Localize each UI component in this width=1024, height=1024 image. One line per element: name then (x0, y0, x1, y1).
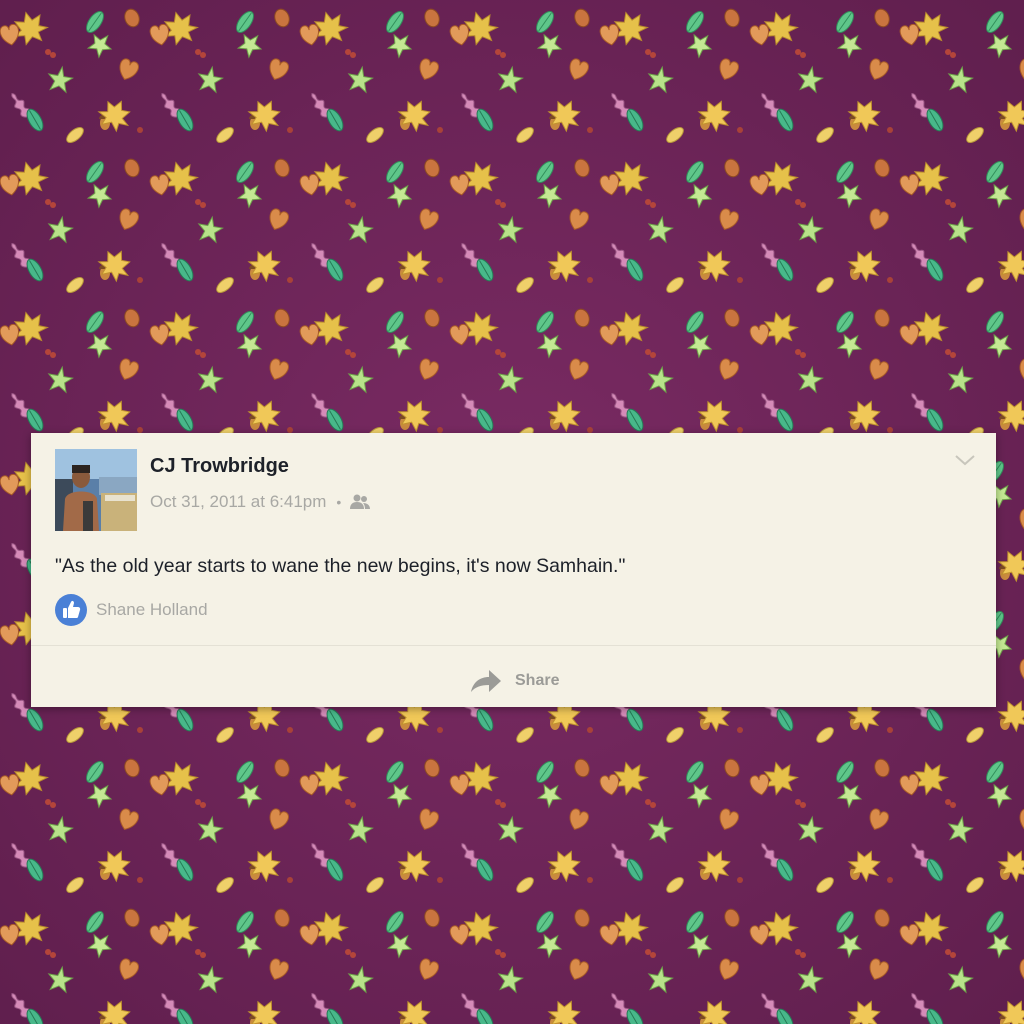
share-button[interactable]: Share (469, 665, 559, 697)
meta-separator: • (336, 494, 342, 510)
liker-name[interactable]: Shane Holland (96, 600, 208, 620)
share-arrow-icon (471, 670, 501, 692)
profile-photo (55, 449, 137, 531)
post-timestamp[interactable]: Oct 31, 2011 at 6:41pm (150, 492, 326, 512)
author-name[interactable]: CJ Trowbridge (150, 455, 289, 478)
thumbs-up-icon (55, 594, 87, 626)
avatar[interactable] (55, 449, 137, 531)
chevron-down-icon[interactable] (954, 453, 976, 467)
divider (31, 645, 996, 646)
likes-row: Shane Holland (55, 594, 208, 626)
facebook-post-card: CJ Trowbridge Oct 31, 2011 at 6:41pm • "… (31, 433, 996, 707)
friends-icon[interactable] (349, 494, 371, 510)
share-label: Share (515, 672, 560, 689)
post-text: "As the old year starts to wane the new … (55, 555, 626, 577)
post-meta: Oct 31, 2011 at 6:41pm • (150, 490, 371, 514)
